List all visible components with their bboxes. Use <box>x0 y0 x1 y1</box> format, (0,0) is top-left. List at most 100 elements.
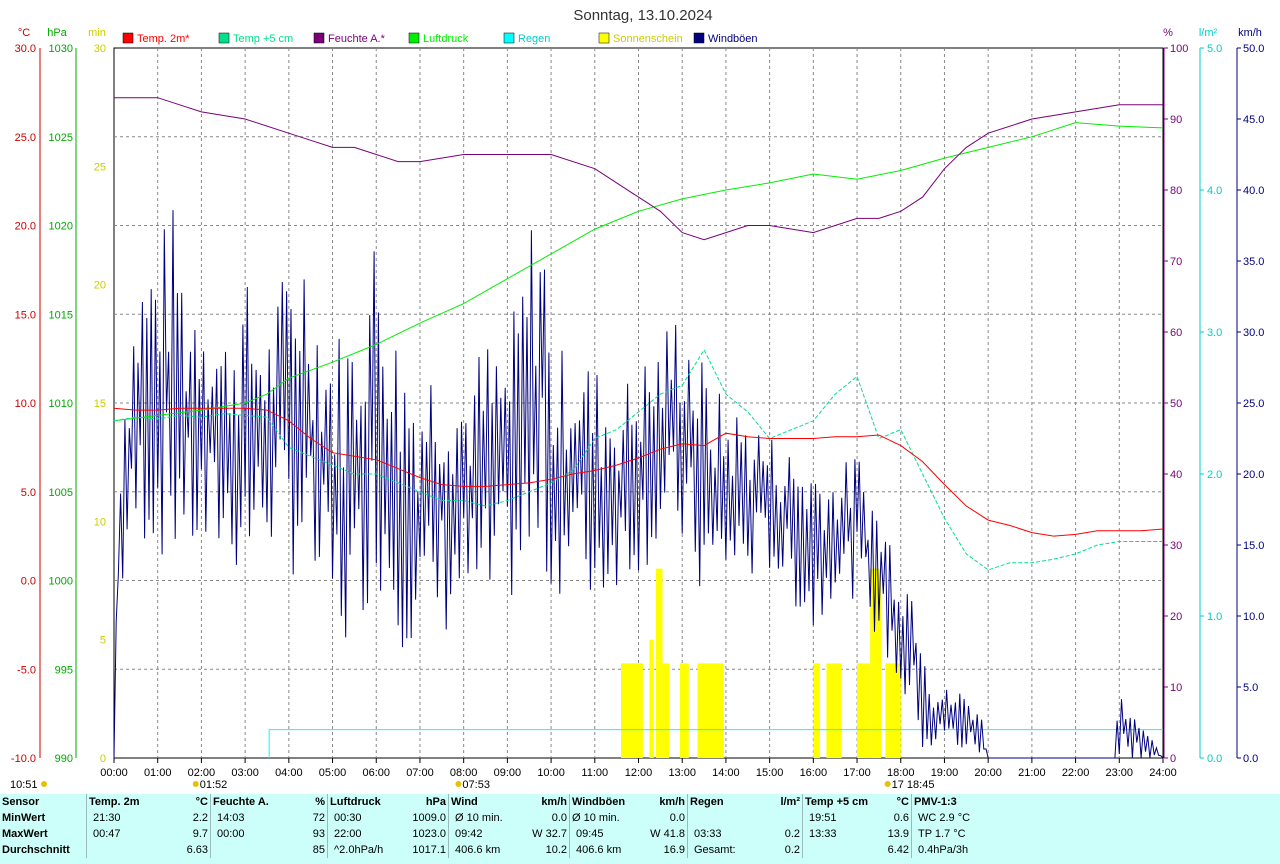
pressure-axis-tick-label: 1005 <box>49 487 73 499</box>
wind-axis-tick-label: 5.0 <box>1243 682 1258 694</box>
wind-axis-tick-label: 25.0 <box>1243 398 1264 410</box>
x-tick-label: 08:00 <box>450 767 478 779</box>
sun-axis-tick-label: 15 <box>94 398 106 410</box>
legend-label: Luftdruck <box>423 33 469 45</box>
col-wind: Wind <box>448 794 523 810</box>
x-tick-label: 11:00 <box>581 767 608 779</box>
sun-axis-tick-label: 20 <box>94 280 106 292</box>
cell: 72 <box>312 812 325 824</box>
sun-axis-tick-label: 25 <box>94 161 106 173</box>
wind-axis-tick-label: 10.0 <box>1243 611 1264 623</box>
wind-axis-tick-label: 50.0 <box>1243 43 1264 55</box>
cell <box>687 810 762 826</box>
rain-axis-tick-label: 0.0 <box>1207 753 1222 765</box>
x-tick-label: 17:00 <box>843 767 871 779</box>
x-tick-label: 03:00 <box>231 767 259 779</box>
legend-swatch <box>693 32 705 44</box>
temp-axis-tick-label: 20.0 <box>15 221 36 233</box>
legend-swatch <box>408 32 420 44</box>
chart-title: Sonntag, 13.10.2024 <box>573 7 712 24</box>
x-tick-label: 02:00 <box>188 767 216 779</box>
pressure-axis-tick-label: 1000 <box>49 576 73 588</box>
legend-label: Regen <box>518 33 550 45</box>
cell: 14:03 <box>210 810 293 826</box>
humidity-axis-tick-label: 90 <box>1170 114 1182 126</box>
temp-axis-tick-label: 5.0 <box>21 487 36 499</box>
humidity-axis-tick-label: 60 <box>1170 327 1182 339</box>
cell: 0.2 <box>784 828 800 840</box>
x-tick-label: 20:00 <box>974 767 1002 779</box>
pressure-axis-tick-label: 1025 <box>49 132 73 144</box>
cell: 85 <box>312 844 325 856</box>
cell: Ø 10 min. <box>448 810 523 826</box>
humidity-axis-tick-label: 10 <box>1170 682 1182 694</box>
event-label: 01:52 <box>200 779 228 791</box>
x-tick-label: 22:00 <box>1062 767 1090 779</box>
rain-axis-tick-label: 5.0 <box>1207 43 1222 55</box>
cell: Gesamt: <box>687 842 762 858</box>
cell: 6.63 <box>186 844 208 856</box>
event-label: 07:53 <box>462 779 490 791</box>
temp-axis-tick-label: 10.0 <box>15 398 36 410</box>
cell: 0.2 <box>784 844 800 856</box>
cell: 16.9 <box>663 844 685 856</box>
stats-row-avg: Durchschnitt 6.63 85 ^2.0hPa/h 1017.1 40… <box>0 842 1006 858</box>
sunshine-bar <box>621 663 643 758</box>
event-marker <box>455 781 462 787</box>
col-feuchte: Feuchte A. <box>210 794 293 810</box>
legend-swatch <box>122 32 134 44</box>
row-label: Durchschnitt <box>2 844 70 856</box>
rain-axis-tick-label: 3.0 <box>1207 327 1222 339</box>
col-feuchte-unit: % <box>315 796 325 808</box>
statistics-panel: Sensor Temp. 2m °C Feuchte A. % Luftdruc… <box>0 794 1280 864</box>
wind-axis-tick-label: 0.0 <box>1243 753 1258 765</box>
rain-unit: l/m² <box>1199 27 1218 39</box>
pressure-axis-tick-label: 995 <box>55 664 73 676</box>
legend-swatch <box>313 32 325 44</box>
cell: TP 1.7 °C <box>911 826 1006 842</box>
event-marker <box>192 781 199 787</box>
x-tick-label: 06:00 <box>362 767 390 779</box>
cell: 406.6 km <box>448 842 523 858</box>
col-temp2m: Temp. 2m <box>86 794 176 810</box>
humidity-axis-tick-label: 50 <box>1170 398 1182 410</box>
legend-label: Windböen <box>708 33 758 45</box>
col-boen-unit: km/h <box>659 796 685 808</box>
cell: 9.7 <box>192 828 208 840</box>
x-tick-label: 01:00 <box>144 767 172 779</box>
stats-row-max: MaxWert 00:47 9.7 00:00 93 22:00 1023.0 … <box>0 826 1006 842</box>
x-tick-label: 16:00 <box>800 767 828 779</box>
x-tick-label: 12:00 <box>625 767 653 779</box>
sun-axis-tick-label: 5 <box>100 635 106 647</box>
col-luft: Luftdruck <box>327 794 402 810</box>
sunshine-bar <box>649 639 654 758</box>
x-tick-label: 15:00 <box>756 767 784 779</box>
humidity-axis-tick-label: 100 <box>1170 43 1188 55</box>
sunshine-bar <box>885 663 901 758</box>
pressure-axis-tick-label: 990 <box>55 753 73 765</box>
temp-unit: °C <box>18 27 30 39</box>
event-label: 17 18:45 <box>892 779 935 791</box>
legend-label: Temp +5 cm <box>233 33 293 45</box>
legend-label: Feuchte A.* <box>328 33 386 45</box>
cell: 0.0 <box>669 812 685 824</box>
temp-axis-tick-label: 25.0 <box>15 132 36 144</box>
cell: 0.4hPa/3h <box>911 842 1006 858</box>
event-marker <box>41 781 47 787</box>
sun-axis-tick-label: 10 <box>94 516 106 528</box>
cell <box>210 842 293 858</box>
x-tick-label: 04:00 <box>275 767 303 779</box>
cell: 2.2 <box>192 812 208 824</box>
wind-unit: km/h <box>1238 27 1262 39</box>
cell <box>802 842 879 858</box>
pressure-unit: hPa <box>47 27 67 39</box>
wind-axis-tick-label: 15.0 <box>1243 540 1264 552</box>
x-tick-label: 18:00 <box>887 767 915 779</box>
col-luft-unit: hPa <box>425 796 446 808</box>
sun-axis-tick-label: 0 <box>100 753 106 765</box>
sunshine-bar <box>826 663 842 758</box>
humidity-axis-tick-label: 70 <box>1170 256 1182 268</box>
cell: 21:30 <box>86 810 176 826</box>
temp-axis-tick-label: -10.0 <box>11 753 36 765</box>
col-boen: Windböen <box>569 794 639 810</box>
